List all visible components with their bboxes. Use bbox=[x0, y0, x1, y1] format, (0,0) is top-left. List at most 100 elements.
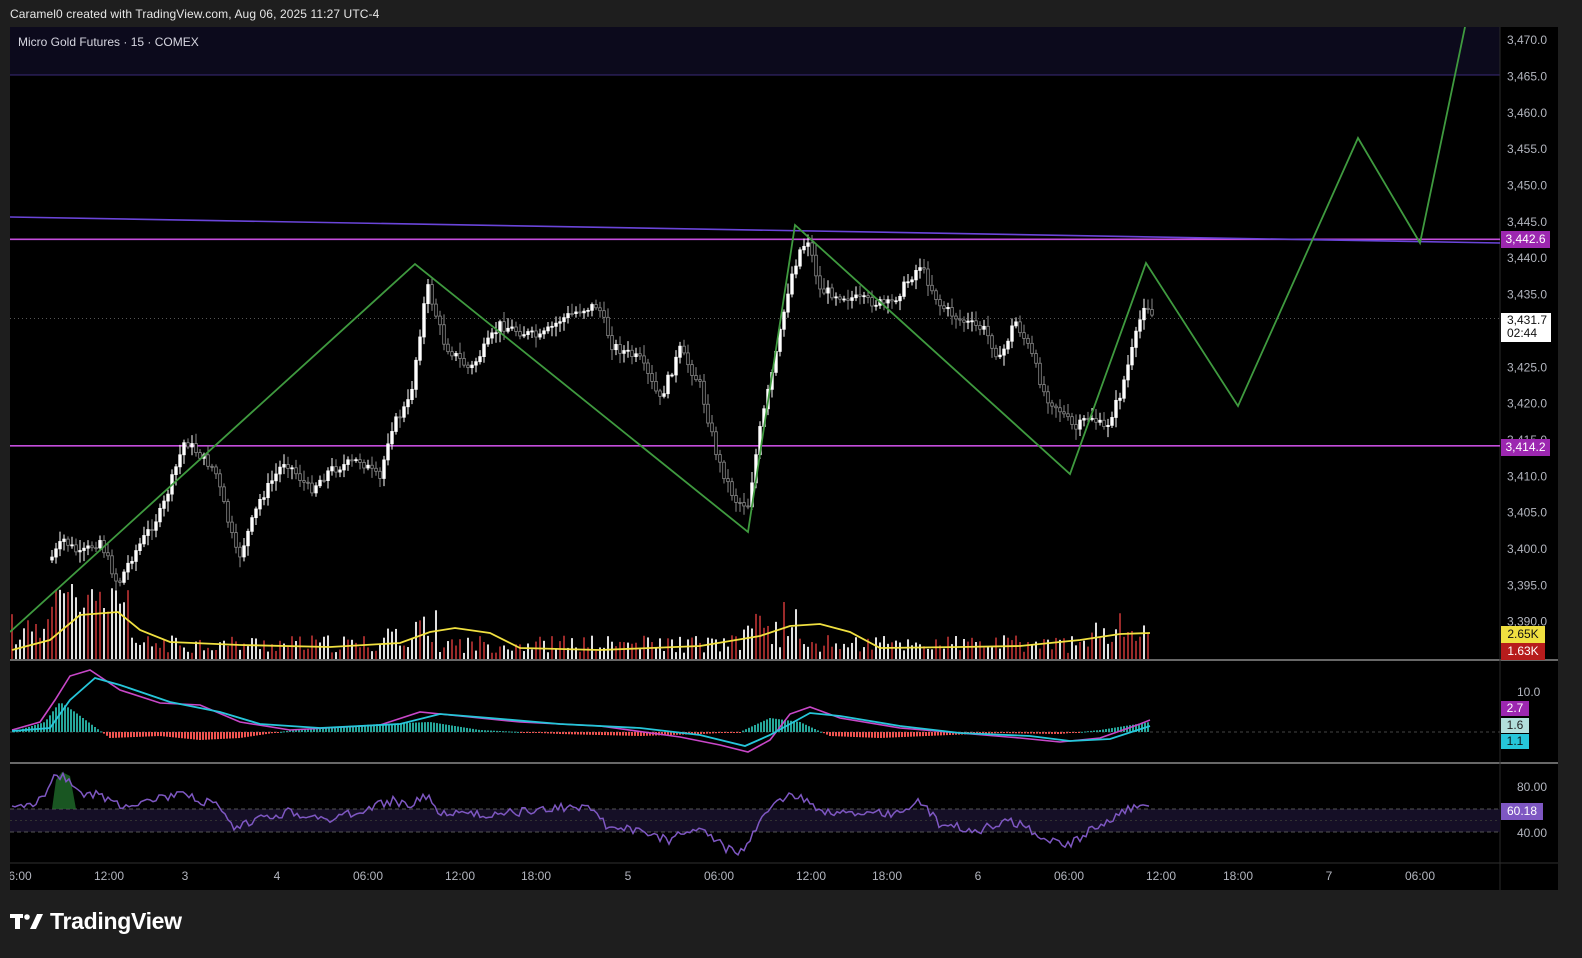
volume-bar bbox=[743, 629, 745, 659]
time-tick: 5 bbox=[625, 869, 632, 883]
candle bbox=[562, 317, 566, 323]
candle bbox=[1058, 407, 1062, 413]
macd-histogram-bar bbox=[406, 722, 408, 732]
volume-bar bbox=[19, 639, 21, 659]
symbol-title[interactable]: Micro Gold Futures · 15 · COMEX bbox=[18, 35, 199, 49]
macd-histogram-bar bbox=[1012, 732, 1014, 734]
volume-bar bbox=[671, 639, 673, 659]
volume-bar bbox=[1147, 632, 1149, 659]
candle bbox=[254, 508, 258, 519]
macd-histogram-bar bbox=[244, 732, 246, 738]
candle bbox=[94, 547, 98, 550]
macd-value-badge: 2.7 bbox=[1501, 701, 1529, 716]
volume-bar bbox=[523, 651, 525, 659]
macd-histogram-bar bbox=[61, 703, 63, 732]
candle bbox=[1142, 307, 1146, 321]
macd-histogram-bar bbox=[106, 732, 108, 736]
volume-bar bbox=[1091, 632, 1093, 659]
candle bbox=[1094, 418, 1098, 423]
candle bbox=[622, 350, 626, 354]
volume-bar bbox=[767, 625, 769, 659]
volume-bar bbox=[1143, 625, 1145, 659]
chart-canvas[interactable]: 3,470.0 3,465.0 3,460.0 3,455.0 3,450.0 3,445… bbox=[10, 27, 1558, 890]
candle bbox=[1018, 321, 1022, 334]
macd-histogram-bar bbox=[424, 722, 426, 732]
macd-histogram-bar bbox=[46, 719, 48, 732]
candle bbox=[810, 242, 814, 256]
candle bbox=[566, 313, 570, 319]
volume-bar bbox=[1023, 651, 1025, 659]
macd-histogram-bar bbox=[109, 732, 111, 738]
macd-histogram-bar bbox=[766, 719, 768, 732]
volume-bar bbox=[887, 643, 889, 659]
macd-histogram-bar bbox=[238, 732, 240, 739]
price-tick: 3,420.0 bbox=[1507, 397, 1547, 411]
candle bbox=[662, 393, 666, 397]
candle bbox=[474, 361, 478, 366]
volume-bar bbox=[495, 652, 497, 659]
macd-histogram-bar bbox=[145, 732, 147, 737]
macd-histogram-bar bbox=[1063, 732, 1065, 734]
volume-bar bbox=[147, 636, 149, 659]
candle bbox=[1014, 321, 1018, 327]
footer: TradingView bbox=[10, 905, 182, 937]
candle bbox=[494, 332, 498, 335]
volume-bar bbox=[551, 636, 553, 659]
macd-histogram-bar bbox=[172, 732, 174, 738]
volume-bar bbox=[1139, 636, 1141, 659]
candle bbox=[538, 333, 542, 338]
volume-bar bbox=[55, 589, 57, 659]
macd-histogram-bar bbox=[253, 732, 255, 736]
macd-histogram-bar bbox=[280, 731, 282, 733]
chart-area[interactable]: 3,470.0 3,465.0 3,460.0 3,455.0 3,450.0 3,445… bbox=[10, 27, 1558, 890]
candle bbox=[74, 544, 78, 553]
candle bbox=[1042, 384, 1046, 393]
volume-bar bbox=[335, 652, 337, 659]
candle bbox=[902, 281, 906, 297]
volume-bar bbox=[811, 642, 813, 659]
macd-line bbox=[11, 669, 1151, 753]
volume-bar bbox=[455, 645, 457, 659]
macd-histogram-bar bbox=[85, 720, 87, 732]
macd-histogram-bar bbox=[835, 732, 837, 737]
candle bbox=[650, 373, 654, 382]
macd-histogram-bar bbox=[772, 718, 774, 732]
candle bbox=[158, 507, 162, 523]
macd-histogram-bar bbox=[997, 732, 999, 734]
candle bbox=[826, 287, 830, 294]
candle bbox=[958, 318, 962, 321]
time-tick: 06:00 bbox=[1054, 869, 1084, 883]
candle bbox=[614, 344, 618, 351]
macd-histogram-bar bbox=[517, 731, 519, 733]
macd-histogram-bar bbox=[844, 732, 846, 737]
price-tick: 3,405.0 bbox=[1507, 506, 1547, 520]
macd-histogram-bar bbox=[934, 732, 936, 736]
macd-histogram-bar bbox=[97, 729, 99, 732]
macd-histogram-bar bbox=[538, 732, 540, 733]
candle bbox=[366, 464, 370, 469]
macd-histogram-bar bbox=[403, 723, 405, 732]
candle bbox=[358, 459, 362, 463]
macd-histogram-bar bbox=[928, 732, 930, 736]
volume-bar bbox=[1135, 640, 1137, 659]
macd-histogram-bar bbox=[847, 732, 849, 737]
macd-histogram-bar bbox=[883, 732, 885, 738]
macd-histogram-bar bbox=[940, 732, 942, 736]
candle bbox=[674, 356, 678, 376]
macd-histogram-bar bbox=[1054, 732, 1056, 734]
candle bbox=[1038, 362, 1042, 386]
volume-bar bbox=[579, 651, 581, 659]
macd-histogram-bar bbox=[139, 732, 141, 737]
candle bbox=[318, 479, 322, 487]
macd-histogram-bar bbox=[439, 723, 441, 732]
candle bbox=[278, 466, 282, 475]
macd-histogram-bar bbox=[1015, 732, 1017, 734]
volume-bar bbox=[483, 641, 485, 659]
volume-bar bbox=[775, 621, 777, 659]
candle bbox=[530, 330, 534, 333]
candle bbox=[654, 381, 658, 392]
candle bbox=[1074, 424, 1078, 430]
macd-histogram-bar bbox=[277, 732, 279, 733]
candle bbox=[962, 319, 966, 323]
candle bbox=[390, 431, 394, 445]
